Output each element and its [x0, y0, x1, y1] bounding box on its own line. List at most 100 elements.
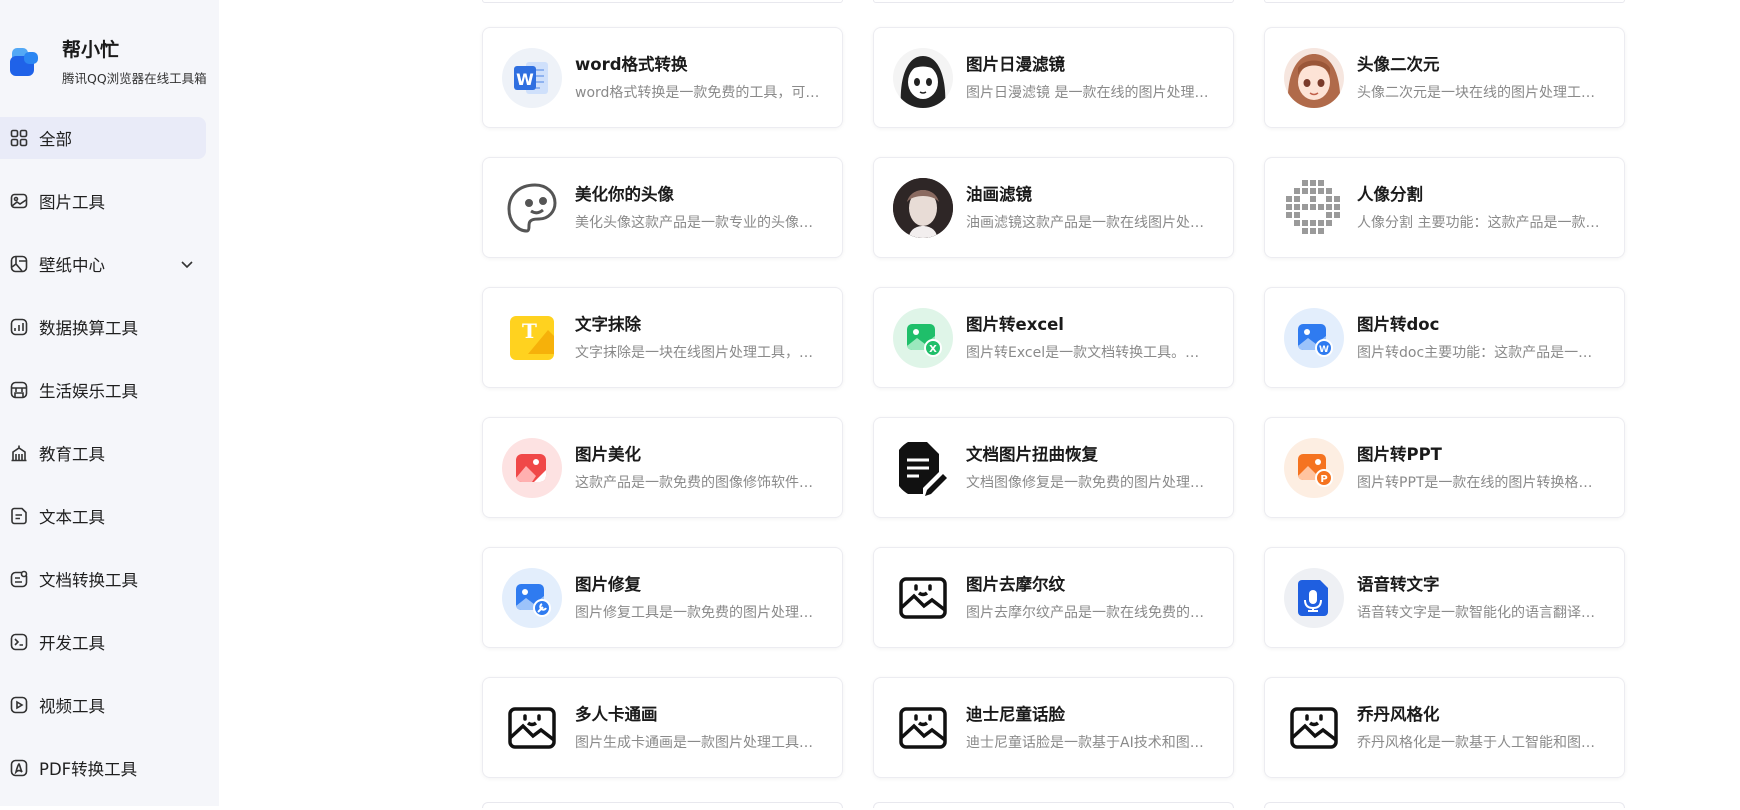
tool-desc: 语音转文字是一款智能化的语言翻译工具，可以 — [1357, 604, 1602, 621]
tool-card-image-beautify[interactable]: 图片美化 这款产品是一款免费的图像修饰软件，可以帮助 — [482, 417, 843, 518]
word-icon: W — [502, 47, 562, 108]
card-partial[interactable] — [873, 0, 1234, 3]
tool-card-word-convert[interactable]: W word格式转换 word格式转换是一款免费的工具，可以帮助用户 — [482, 27, 843, 128]
video-icon — [10, 696, 28, 714]
tool-title: 图片去摩尔纹 — [966, 574, 1065, 594]
text-icon — [10, 507, 28, 525]
tool-title: 图片美化 — [575, 444, 641, 464]
svg-text:X: X — [929, 344, 937, 355]
smile-image-icon — [502, 697, 562, 758]
tool-desc: 美化头像这款产品是一款专业的头像美化工具 — [575, 214, 820, 231]
tool-card-anime-avatar[interactable]: 头像二次元 头像二次元是一块在线的图片处理工具，可以 — [1264, 27, 1625, 128]
anime-avatar-icon — [1284, 47, 1344, 108]
sidebar-item-dev-tools[interactable]: 开发工具 — [0, 621, 206, 663]
tool-grid: W word格式转换 word格式转换是一款免费的工具，可以帮助用户 图片日漫滤… — [482, 27, 1625, 778]
grid-icon — [10, 129, 28, 147]
chart-icon — [10, 318, 28, 336]
sidebar-item-image-tools[interactable]: 图片工具 — [0, 180, 206, 222]
tool-card-beautify-avatar[interactable]: 美化你的头像 美化头像这款产品是一款专业的头像美化工具 — [482, 157, 843, 258]
sidebar-item-data-conversion[interactable]: 数据换算工具 — [0, 306, 206, 348]
oil-painting-icon — [893, 177, 953, 238]
pdf-icon — [10, 759, 28, 777]
sidebar-item-label: 生活娱乐工具 — [39, 382, 138, 401]
image-icon — [10, 192, 28, 210]
tool-card-image-to-excel[interactable]: X 图片转excel 图片转Excel是一款文档转换工具。它可以将 — [873, 287, 1234, 388]
sidebar-item-label: 开发工具 — [39, 634, 105, 653]
sidebar-item-label: 壁纸中心 — [39, 256, 105, 275]
tool-card-disney-face[interactable]: 迪士尼童话脸 迪士尼童话脸是一款基于AI技术和图像处理的 — [873, 677, 1234, 778]
image-to-doc-icon: W — [1284, 307, 1344, 368]
sidebar-item-video-tools[interactable]: 视频工具 — [0, 684, 206, 726]
brand[interactable]: 帮小忙 腾讯QQ浏览器在线工具箱 — [10, 38, 207, 87]
tool-desc: 图片去摩尔纹产品是一款在线免费的图片处理 — [966, 604, 1211, 621]
sidebar-item-doc-conversion[interactable]: 文档转换工具 — [0, 558, 206, 600]
tool-desc: 文字抹除是一块在线图片处理工具，可以帮助 — [575, 344, 820, 361]
tool-desc: 头像二次元是一块在线的图片处理工具，可以 — [1357, 84, 1602, 101]
sidebar-item-lifestyle[interactable]: 生活娱乐工具 — [0, 369, 206, 411]
card-partial[interactable] — [1264, 0, 1625, 3]
tool-title: 图片转PPT — [1357, 444, 1442, 464]
svg-text:W: W — [516, 70, 534, 89]
sidebar-item-education[interactable]: 教育工具 — [0, 432, 206, 474]
tool-card-image-repair[interactable]: 图片修复 图片修复工具是一款免费的图片处理工具，可以 — [482, 547, 843, 648]
image-to-excel-icon: X — [893, 307, 953, 368]
smile-image-icon — [893, 567, 953, 628]
image-beautify-icon — [502, 437, 562, 498]
sidebar-item-text-tools[interactable]: 文本工具 — [0, 495, 206, 537]
chevron-down-icon[interactable] — [180, 257, 194, 271]
tool-title: 文档图片扭曲恢复 — [966, 444, 1098, 464]
store-icon — [10, 381, 28, 399]
terminal-icon — [10, 633, 28, 651]
sidebar-item-label: 教育工具 — [39, 445, 105, 464]
card-partial[interactable] — [1264, 802, 1625, 808]
sidebar-item-all[interactable]: 全部 — [0, 117, 206, 159]
sidebar-item-pdf-tools[interactable]: PDF转换工具 — [0, 747, 206, 789]
tool-card-multi-cartoon[interactable]: 多人卡通画 图片生成卡通画是一款图片处理工具，可以帮助 — [482, 677, 843, 778]
sidebar-item-label: 文本工具 — [39, 508, 105, 527]
tool-desc: 这款产品是一款免费的图像修饰软件，可以帮助 — [575, 474, 820, 491]
tool-title: 美化你的头像 — [575, 184, 674, 204]
card-partial[interactable] — [873, 802, 1234, 808]
tool-card-jordan-style[interactable]: 乔丹风格化 乔丹风格化是一款基于人工智能和图像处理的 — [1264, 677, 1625, 778]
card-partial[interactable] — [482, 802, 843, 808]
tool-desc: 图片修复工具是一款免费的图片处理工具，可以 — [575, 604, 820, 621]
smile-image-icon — [1284, 697, 1344, 758]
tool-title: 图片转doc — [1357, 314, 1440, 334]
tool-desc: 图片转doc主要功能：这款产品是一款图片转换 — [1357, 344, 1602, 361]
tool-title: 语音转文字 — [1357, 574, 1440, 594]
tool-card-image-to-doc[interactable]: W 图片转doc 图片转doc主要功能：这款产品是一款图片转换 — [1264, 287, 1625, 388]
tool-title: 头像二次元 — [1357, 54, 1440, 74]
doc-convert-icon — [10, 570, 28, 588]
tool-title: 图片修复 — [575, 574, 641, 594]
tool-card-image-to-ppt[interactable]: P 图片转PPT 图片转PPT是一款在线的图片转换格式工具 — [1264, 417, 1625, 518]
anime-portrait-icon — [893, 47, 953, 108]
sidebar-item-label: 全部 — [39, 130, 72, 149]
tool-title: 油画滤镜 — [966, 184, 1032, 204]
tool-card-anime-filter[interactable]: 图片日漫滤镜 图片日漫滤镜 是一款在线的图片处理工具 — [873, 27, 1234, 128]
tool-title: 图片日漫滤镜 — [966, 54, 1065, 74]
sidebar-item-wallpaper[interactable]: 壁纸中心 — [0, 243, 206, 285]
tool-card-portrait-segment[interactable]: 人像分割 人像分割 主要功能：这款产品是一款人像分割 — [1264, 157, 1625, 258]
tool-card-text-erase[interactable]: T 文字抹除 文字抹除是一块在线图片处理工具，可以帮助 — [482, 287, 843, 388]
tool-title: 人像分割 — [1357, 184, 1423, 204]
text-erase-icon: T — [502, 307, 562, 368]
tool-title: 迪士尼童话脸 — [966, 704, 1065, 724]
sidebar-item-label: 图片工具 — [39, 193, 105, 212]
tool-card-moire-removal[interactable]: 图片去摩尔纹 图片去摩尔纹产品是一款在线免费的图片处理 — [873, 547, 1234, 648]
tool-desc: 人像分割 主要功能：这款产品是一款人像分割 — [1357, 214, 1602, 231]
brand-logo-icon — [10, 42, 40, 76]
svg-text:W: W — [1319, 345, 1329, 355]
education-icon — [10, 444, 28, 462]
svg-text:T: T — [522, 319, 537, 343]
brand-subtitle: 腾讯QQ浏览器在线工具箱 — [62, 71, 207, 86]
card-partial[interactable] — [482, 0, 843, 3]
sidebar-item-label: 视频工具 — [39, 697, 105, 716]
tool-title: word格式转换 — [575, 54, 688, 74]
tool-desc: 文档图像修复是一款免费的图片处理工具，可以 — [966, 474, 1211, 491]
tool-desc: 油画滤镜这款产品是一款在线图片处理工具 — [966, 214, 1211, 231]
tool-card-doc-distortion-fix[interactable]: 文档图片扭曲恢复 文档图像修复是一款免费的图片处理工具，可以 — [873, 417, 1234, 518]
tool-desc: 图片日漫滤镜 是一款在线的图片处理工具 — [966, 84, 1211, 101]
tool-card-voice-to-text[interactable]: 语音转文字 语音转文字是一款智能化的语言翻译工具，可以 — [1264, 547, 1625, 648]
tool-card-oil-painting[interactable]: 油画滤镜 油画滤镜这款产品是一款在线图片处理工具 — [873, 157, 1234, 258]
tool-desc: 图片转PPT是一款在线的图片转换格式工具 — [1357, 474, 1602, 491]
